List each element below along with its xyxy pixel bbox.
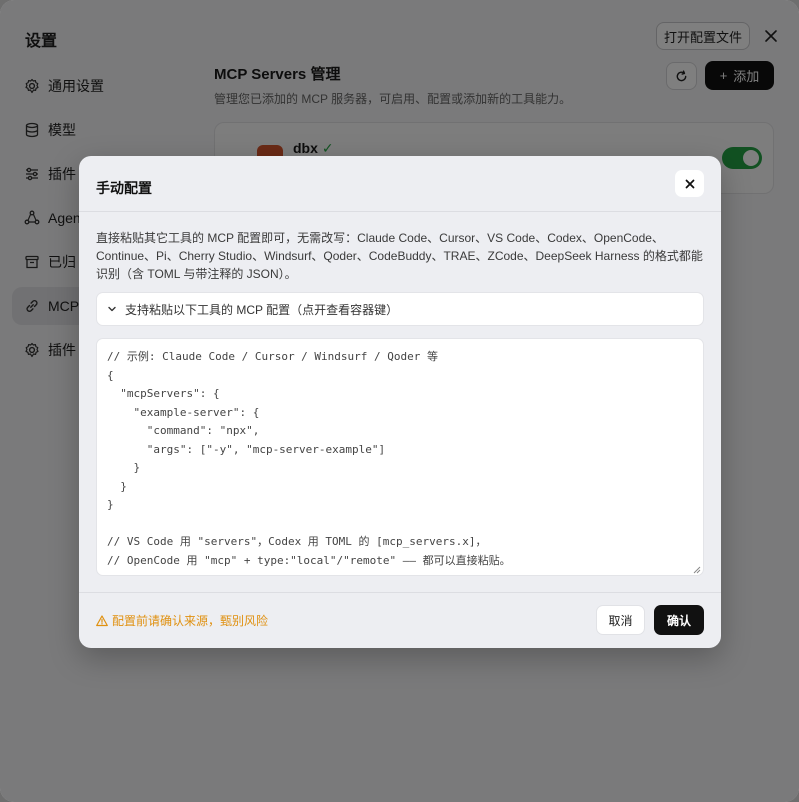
config-code-input[interactable]	[96, 338, 704, 576]
dialog-header: 手动配置	[79, 156, 721, 212]
manual-config-dialog: 手动配置 直接粘贴其它工具的 MCP 配置即可，无需改写：Claude Code…	[79, 156, 721, 648]
chevron-down-icon	[108, 306, 116, 312]
risk-warning: 配置前请确认来源，甄别风险	[96, 612, 268, 629]
cancel-button[interactable]: 取消	[596, 605, 645, 635]
close-icon	[685, 179, 694, 188]
dialog-description: 直接粘贴其它工具的 MCP 配置即可，无需改写：Claude Code、Curs…	[96, 231, 703, 281]
resize-handle-icon[interactable]	[691, 564, 701, 574]
collapse-label: 支持粘贴以下工具的 MCP 配置（点开查看容器键）	[125, 302, 399, 317]
warning-icon	[96, 614, 108, 626]
footer-divider	[79, 592, 721, 593]
warning-text: 配置前请确认来源，甄别风险	[112, 614, 269, 628]
confirm-button[interactable]: 确认	[654, 605, 704, 635]
supported-tools-collapse[interactable]: 支持粘贴以下工具的 MCP 配置（点开查看容器键）	[96, 292, 704, 326]
dialog-title: 手动配置	[96, 180, 152, 196]
dialog-close-button[interactable]	[675, 170, 704, 197]
